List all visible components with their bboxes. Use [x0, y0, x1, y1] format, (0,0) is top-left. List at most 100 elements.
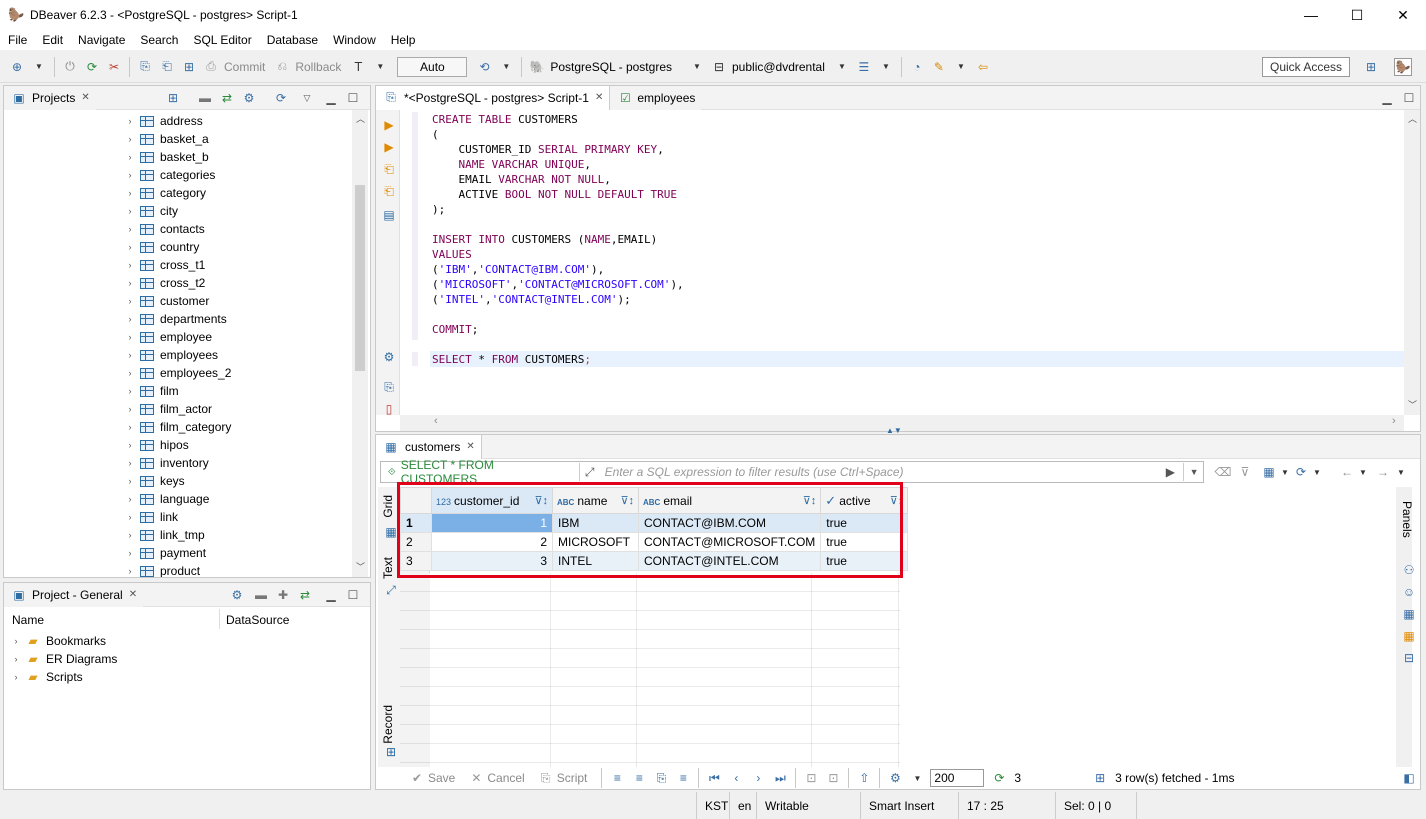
- expand-icon[interactable]: ›: [10, 636, 22, 646]
- tree-item-table[interactable]: › link: [124, 508, 179, 526]
- tab-text[interactable]: Text: [381, 557, 395, 579]
- grouping-panel-icon[interactable]: ▦: [1400, 605, 1418, 623]
- history-icon[interactable]: ⟲: [475, 58, 493, 76]
- dropdown-arrow-icon[interactable]: ▼: [833, 58, 851, 76]
- settings-icon[interactable]: ⚙: [886, 769, 904, 787]
- cancel-icon[interactable]: ✕: [467, 769, 485, 787]
- dbeaver-perspective-icon[interactable]: 🦫: [1394, 58, 1412, 76]
- dropdown-arrow-icon[interactable]: ▼: [497, 58, 515, 76]
- menu-database[interactable]: Database: [259, 33, 325, 47]
- export-icon[interactable]: ⇧: [855, 769, 873, 787]
- scroll-left-icon[interactable]: ‹: [434, 415, 438, 427]
- menu-window[interactable]: Window: [325, 33, 383, 47]
- tree-item-scripts[interactable]: › ▰ Scripts: [10, 668, 83, 686]
- expand-icon[interactable]: ›: [124, 188, 136, 198]
- menu-file[interactable]: File: [0, 33, 34, 47]
- projects-scrollbar[interactable]: ︿ ﹀: [352, 110, 368, 577]
- add-icon[interactable]: ✚: [274, 586, 292, 604]
- close-icon[interactable]: ✕: [595, 92, 603, 103]
- tree-item-table[interactable]: › film_actor: [124, 400, 213, 418]
- sql-code[interactable]: CREATE TABLE CUSTOMERS ( CUSTOMER_ID SER…: [432, 112, 684, 367]
- link-icon[interactable]: ⇄: [296, 586, 314, 604]
- tree-item-table[interactable]: › film: [124, 382, 179, 400]
- new-connection-icon[interactable]: ⊕: [8, 58, 26, 76]
- new-script-icon[interactable]: ⊞: [180, 58, 198, 76]
- tree-item-table[interactable]: › address: [124, 112, 203, 130]
- rollback-icon[interactable]: ⎌: [273, 58, 291, 76]
- expand-icon[interactable]: ›: [124, 332, 136, 342]
- expand-icon[interactable]: ›: [124, 350, 136, 360]
- tree-item-table[interactable]: › employees: [124, 346, 219, 364]
- menu-edit[interactable]: Edit: [34, 33, 70, 47]
- scroll-down-icon[interactable]: ﹀: [356, 560, 365, 573]
- perspective-icon[interactable]: ⊞: [1362, 58, 1380, 76]
- expand-icon[interactable]: ›: [124, 422, 136, 432]
- collapse-icon[interactable]: ▬: [252, 586, 270, 604]
- active-connection-select[interactable]: PostgreSQL - postgres: [550, 60, 672, 74]
- menu-navigate[interactable]: Navigate: [70, 33, 132, 47]
- menu-sql-editor[interactable]: SQL Editor: [185, 33, 258, 47]
- script-icon[interactable]: ⎘: [537, 769, 555, 787]
- minimize-view-icon[interactable]: ▁: [322, 586, 340, 604]
- expand-icon[interactable]: ›: [124, 512, 136, 522]
- connect-icon[interactable]: ⏻: [61, 58, 79, 76]
- explain-plan-icon[interactable]: ▤: [380, 206, 398, 224]
- execute-statement-icon[interactable]: ▶: [380, 116, 398, 134]
- dashboard-icon[interactable]: ◔: [908, 58, 926, 76]
- edit-row-icon[interactable]: ≡: [608, 769, 626, 787]
- transaction-mode-icon[interactable]: Ｔ: [349, 58, 367, 76]
- maximize-view-icon[interactable]: ☐: [1400, 89, 1418, 107]
- tree-item-table[interactable]: › keys: [124, 472, 185, 490]
- script-button[interactable]: Script: [557, 771, 588, 785]
- tree-item-table[interactable]: › inventory: [124, 454, 209, 472]
- tab-panels[interactable]: Panels: [1400, 501, 1414, 538]
- fetch-all-icon[interactable]: ⊡: [824, 769, 842, 787]
- expand-icon[interactable]: ›: [124, 476, 136, 486]
- close-icon[interactable]: ✕: [129, 589, 137, 600]
- tree-item-table[interactable]: › employees_2: [124, 364, 232, 382]
- tree-item-table[interactable]: › hipos: [124, 436, 189, 454]
- menu-search[interactable]: Search: [132, 33, 185, 47]
- tree-item-table[interactable]: › product: [124, 562, 201, 577]
- forward-icon[interactable]: →: [1374, 463, 1392, 481]
- add-row-icon[interactable]: ≡: [630, 769, 648, 787]
- tab-projects[interactable]: ▣ Projects ✕: [4, 85, 96, 110]
- expand-icon[interactable]: ›: [124, 548, 136, 558]
- layout-panel-icon[interactable]: ⊟: [1400, 649, 1418, 667]
- commit-icon[interactable]: ⎙: [202, 58, 220, 76]
- tree-item-table[interactable]: › payment: [124, 544, 207, 562]
- sql-editor-icon[interactable]: ⎘: [136, 58, 154, 76]
- load-file-icon[interactable]: ▯: [380, 400, 398, 418]
- editor-hscrollbar[interactable]: ‹ ›: [400, 415, 1404, 431]
- commit-button[interactable]: Commit: [224, 60, 265, 74]
- tab-employees[interactable]: ☑ employees: [610, 85, 702, 110]
- calc-panel-icon[interactable]: ▦: [1400, 627, 1418, 645]
- tree-item-table[interactable]: › country: [124, 238, 200, 256]
- reconnect-icon[interactable]: ⟳: [83, 58, 101, 76]
- minimize-view-icon[interactable]: ▁: [1378, 89, 1396, 107]
- rollback-button[interactable]: Rollback: [295, 60, 341, 74]
- close-icon[interactable]: ✕: [466, 441, 474, 452]
- prev-page-icon[interactable]: ‹: [727, 769, 745, 787]
- tools-icon[interactable]: ✎: [930, 58, 948, 76]
- configure-icon[interactable]: ⚙: [228, 586, 246, 604]
- expand-filter-icon[interactable]: ⤢: [578, 463, 597, 481]
- expand-icon[interactable]: ›: [124, 314, 136, 324]
- delete-row-icon[interactable]: ≡: [674, 769, 692, 787]
- maximize-view-icon[interactable]: ☐: [344, 89, 362, 107]
- collapse-all-icon[interactable]: ▬: [196, 89, 214, 107]
- transaction-mode-select[interactable]: Auto: [397, 56, 468, 77]
- link-editor-icon[interactable]: ⇄: [218, 89, 236, 107]
- tree-item-table[interactable]: › customer: [124, 292, 210, 310]
- scroll-up-icon[interactable]: ︿: [1408, 112, 1417, 125]
- view-menu-icon[interactable]: ▽: [298, 89, 316, 107]
- minimize-view-icon[interactable]: ▁: [322, 89, 340, 107]
- last-page-icon[interactable]: ⏭: [771, 769, 789, 787]
- tree-item-er-diagrams[interactable]: › ▰ ER Diagrams: [10, 650, 118, 668]
- expand-icon[interactable]: ›: [124, 224, 136, 234]
- close-button[interactable]: ✕: [1380, 0, 1426, 30]
- expand-icon[interactable]: ›: [10, 654, 22, 664]
- expand-icon[interactable]: ›: [124, 278, 136, 288]
- expand-icon[interactable]: ›: [124, 296, 136, 306]
- dropdown-arrow-icon[interactable]: ▼: [1354, 463, 1372, 481]
